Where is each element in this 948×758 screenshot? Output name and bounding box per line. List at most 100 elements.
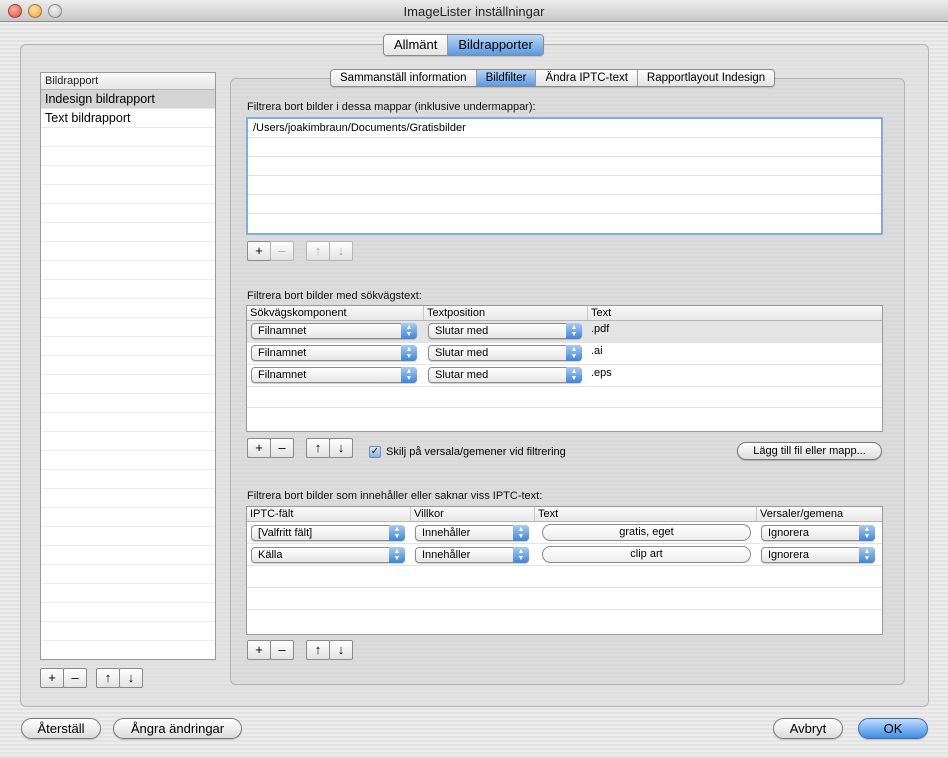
- remove-iptc-filter-button[interactable]: –: [270, 640, 294, 660]
- empty-list-row: [41, 204, 215, 223]
- cancel-button[interactable]: Avbryt: [773, 718, 843, 739]
- add-path-filter-button[interactable]: +: [247, 438, 271, 458]
- report-list: Bildrapport Indesign bildrapport Text bi…: [40, 72, 216, 660]
- iptc-add-remove-buttons: + –: [247, 640, 294, 660]
- window-title: ImageLister inställningar: [403, 4, 545, 19]
- undo-changes-button[interactable]: Ångra ändringar: [113, 718, 242, 739]
- list-item[interactable]: Indesign bildrapport: [41, 90, 215, 109]
- folder-down-button[interactable]: ↓: [329, 241, 353, 261]
- empty-list-row: [41, 603, 215, 622]
- folder-filter-label: Filtrera bort bilder i dessa mappar (ink…: [247, 101, 536, 113]
- sub-tab-control: Sammanställ information Bildfilter Ändra…: [330, 69, 776, 87]
- case-sensitive-checkbox[interactable]: ✓: [369, 446, 381, 458]
- empty-list-row: [41, 223, 215, 242]
- column-header[interactable]: Versaler/gemena: [757, 507, 882, 521]
- add-iptc-filter-button[interactable]: +: [247, 640, 271, 660]
- empty-list-row: [41, 622, 215, 641]
- condition-select[interactable]: Innehåller ▲ ▼: [415, 525, 529, 541]
- empty-list-row: [41, 299, 215, 318]
- iptc-up-button[interactable]: ↑: [306, 640, 330, 660]
- iptc-field-select[interactable]: [Valfritt fält] ▲ ▼: [251, 525, 405, 541]
- move-down-button[interactable]: ↓: [119, 668, 143, 688]
- empty-list-row: [41, 546, 215, 565]
- report-list-header[interactable]: Bildrapport: [41, 73, 215, 90]
- position-select[interactable]: Slutar med ▲ ▼: [428, 323, 582, 339]
- empty-list-row: [41, 280, 215, 299]
- empty-list-row: [41, 565, 215, 584]
- tab-bildrapporter[interactable]: Bildrapporter: [448, 35, 543, 55]
- table-row[interactable]: [Valfritt fält] ▲ ▼ Innehåller ▲ ▼ gratis, e…: [247, 522, 882, 544]
- empty-list-row: [41, 337, 215, 356]
- component-select[interactable]: Filnamnet ▲ ▼: [251, 367, 417, 383]
- empty-list-row: [41, 185, 215, 204]
- column-header[interactable]: Sökvägskomponent: [247, 306, 424, 320]
- table-row[interactable]: Filnamnet ▲ ▼ Slutar med ▲ ▼ .ai: [247, 343, 882, 365]
- folder-add-remove-buttons: + –: [247, 241, 294, 261]
- tab-rapportlayout-indesign[interactable]: Rapportlayout Indesign: [637, 70, 775, 86]
- position-select[interactable]: Slutar med ▲ ▼: [428, 367, 582, 383]
- empty-list-row: [41, 394, 215, 413]
- reset-button[interactable]: Återställ: [21, 718, 101, 739]
- column-header[interactable]: Text: [535, 507, 757, 521]
- path-text-cell[interactable]: .pdf: [591, 323, 609, 335]
- condition-select[interactable]: Innehåller ▲ ▼: [415, 547, 529, 563]
- column-header[interactable]: Villkor: [411, 507, 535, 521]
- tab-allmant[interactable]: Allmänt: [384, 35, 449, 55]
- tab-andra-iptc-text[interactable]: Ändra IPTC-text: [536, 70, 638, 86]
- list-item[interactable]: Text bildrapport: [41, 109, 215, 128]
- iptc-filter-table: IPTC-fält Villkor Text Versaler/gemena […: [246, 506, 883, 635]
- empty-list-row: [41, 147, 215, 166]
- path-filter-label: Filtrera bort bilder med sökvägstext:: [247, 290, 422, 302]
- iptc-down-button[interactable]: ↓: [329, 640, 353, 660]
- move-up-button[interactable]: ↑: [96, 668, 120, 688]
- iptc-filter-label: Filtrera bort bilder som innehåller elle…: [247, 490, 543, 502]
- main-tab-control: Allmänt Bildrapporter: [383, 34, 544, 56]
- empty-list-row: [41, 527, 215, 546]
- case-sensitive-label: Skilj på versala/gemener vid filtrering: [386, 446, 566, 458]
- add-folder-button[interactable]: +: [247, 241, 271, 261]
- case-select[interactable]: Ignorera ▲ ▼: [761, 547, 875, 563]
- add-report-button[interactable]: +: [40, 668, 64, 688]
- report-list-buttons: + –: [40, 668, 87, 688]
- column-header[interactable]: IPTC-fält: [247, 507, 411, 521]
- empty-list-row: [41, 166, 215, 185]
- ok-button[interactable]: OK: [858, 718, 928, 739]
- path-filter-down-button[interactable]: ↓: [329, 438, 353, 458]
- folder-up-button[interactable]: ↑: [306, 241, 330, 261]
- position-select[interactable]: Slutar med ▲ ▼: [428, 345, 582, 361]
- tab-sammanstall-information[interactable]: Sammanställ information: [331, 70, 477, 86]
- column-header[interactable]: Textposition: [424, 306, 588, 320]
- empty-list-row: [41, 242, 215, 261]
- remove-path-filter-button[interactable]: –: [270, 438, 294, 458]
- component-select[interactable]: Filnamnet ▲ ▼: [251, 345, 417, 361]
- table-row[interactable]: Filnamnet ▲ ▼ Slutar med ▲ ▼ .eps: [247, 365, 882, 387]
- remove-report-button[interactable]: –: [63, 668, 87, 688]
- path-filter-header: Sökvägskomponent Textposition Text: [247, 306, 882, 321]
- empty-list-row: [41, 128, 215, 147]
- case-select[interactable]: Ignorera ▲ ▼: [761, 525, 875, 541]
- path-filter-add-remove-buttons: + –: [247, 438, 294, 458]
- path-text-cell[interactable]: .ai: [591, 345, 603, 357]
- iptc-text-field[interactable]: clip art: [542, 546, 751, 563]
- empty-list-row: [41, 356, 215, 375]
- iptc-field-select[interactable]: Källa ▲ ▼: [251, 547, 405, 563]
- path-text-cell[interactable]: .eps: [591, 367, 612, 379]
- empty-list-row: [41, 508, 215, 527]
- path-filter-up-button[interactable]: ↑: [306, 438, 330, 458]
- add-file-or-folder-button[interactable]: Lägg till fil eller mapp...: [737, 442, 882, 460]
- column-header[interactable]: Text: [588, 306, 882, 320]
- empty-list-row: [41, 413, 215, 432]
- tab-bildfilter[interactable]: Bildfilter: [476, 70, 537, 86]
- remove-folder-button[interactable]: –: [270, 241, 294, 261]
- table-row[interactable]: Filnamnet ▲ ▼ Slutar med ▲ ▼ .pdf: [247, 321, 882, 343]
- iptc-text-field[interactable]: gratis, eget: [542, 524, 751, 541]
- empty-list-row: [41, 375, 215, 394]
- empty-list-row: [41, 489, 215, 508]
- path-filter-table: Sökvägskomponent Textposition Text Filna…: [246, 305, 883, 432]
- list-item[interactable]: /Users/joakimbraun/Documents/Gratisbilde…: [248, 119, 881, 138]
- folder-list[interactable]: /Users/joakimbraun/Documents/Gratisbilde…: [246, 117, 883, 235]
- table-row[interactable]: Källa ▲ ▼ Innehåller ▲ ▼ clip art Ignorera ▲ ▼: [247, 544, 882, 566]
- iptc-filter-header: IPTC-fält Villkor Text Versaler/gemena: [247, 507, 882, 522]
- empty-list-row: [41, 432, 215, 451]
- component-select[interactable]: Filnamnet ▲ ▼: [251, 323, 417, 339]
